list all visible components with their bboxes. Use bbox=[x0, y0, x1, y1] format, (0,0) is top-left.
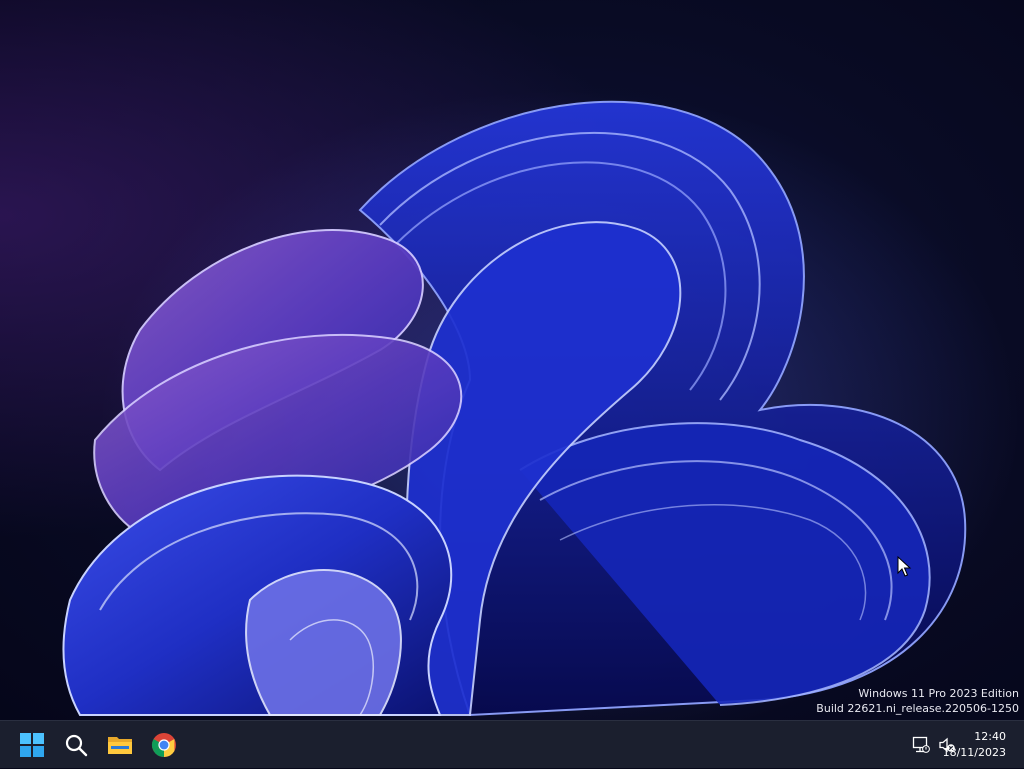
wallpaper-bloom-image bbox=[62, 90, 1020, 720]
chrome-icon bbox=[151, 733, 176, 757]
desktop[interactable]: Windows 11 Pro 2023 Edition Build 22621.… bbox=[0, 0, 1024, 720]
system-tray: 12:40 18/11/2023 bbox=[874, 721, 1024, 769]
search-button[interactable] bbox=[56, 725, 96, 765]
watermark-build: Build 22621.ni_release.220506-1250 bbox=[816, 702, 1019, 715]
folder-icon bbox=[108, 737, 132, 754]
windows-edition-watermark: Windows 11 Pro 2023 Edition Build 22621.… bbox=[816, 686, 1019, 716]
file-explorer-button[interactable] bbox=[100, 725, 140, 765]
start-button[interactable] bbox=[12, 725, 52, 765]
chrome-button[interactable] bbox=[144, 725, 184, 765]
watermark-edition: Windows 11 Pro 2023 Edition bbox=[858, 687, 1019, 700]
taskbar-clock[interactable]: 12:40 18/11/2023 bbox=[943, 729, 1006, 761]
taskbar: 12:40 18/11/2023 bbox=[0, 720, 1024, 768]
network-disconnected-icon[interactable] bbox=[912, 736, 930, 754]
clock-date: 18/11/2023 bbox=[942, 746, 1006, 759]
clock-time: 12:40 bbox=[974, 730, 1006, 743]
search-icon bbox=[65, 734, 88, 757]
mouse-cursor-icon bbox=[897, 556, 912, 577]
windows-logo-icon bbox=[20, 733, 44, 757]
